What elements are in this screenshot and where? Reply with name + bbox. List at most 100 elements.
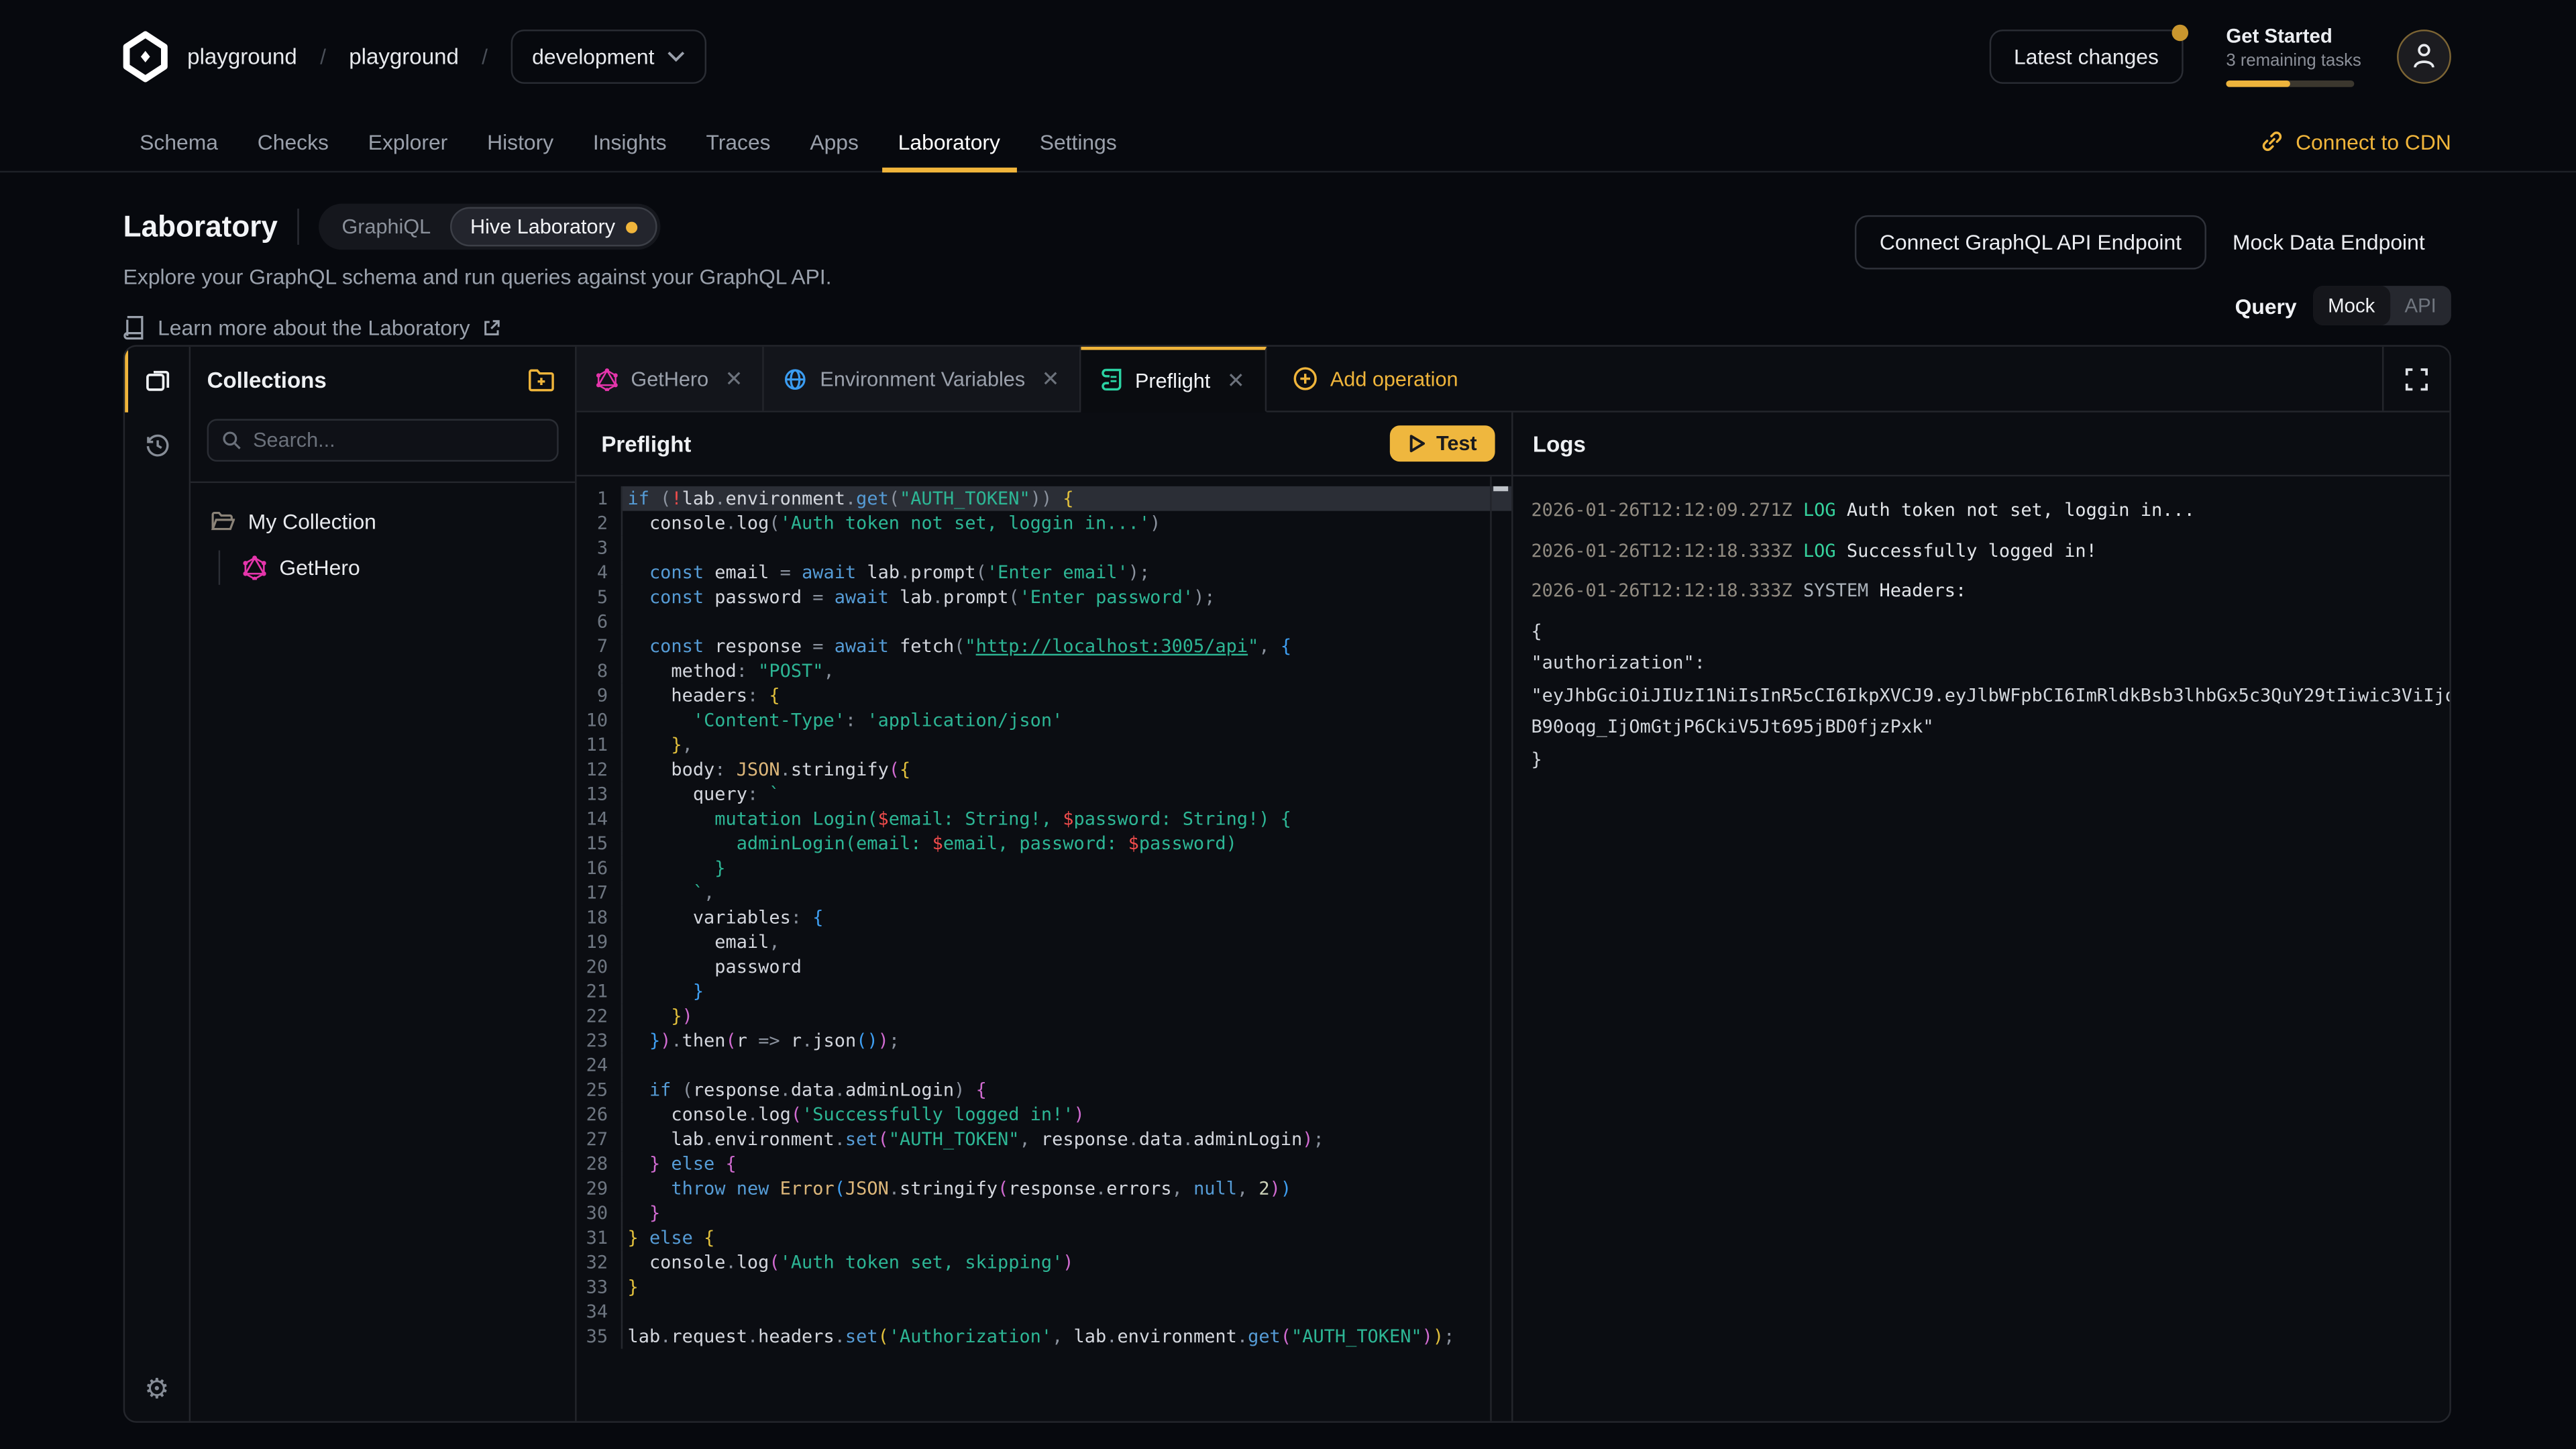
nav-item-laboratory[interactable]: Laboratory: [881, 112, 1016, 171]
search-input[interactable]: [253, 429, 543, 451]
close-icon[interactable]: ✕: [1227, 367, 1245, 393]
code-line[interactable]: 35lab.request.headers.set('Authorization…: [577, 1324, 1511, 1349]
code-line-content: throw new Error(JSON.stringify(response.…: [621, 1176, 1511, 1201]
code-line[interactable]: 34: [577, 1299, 1511, 1324]
learn-more-link[interactable]: Learn more about the Laboratory: [123, 315, 2451, 340]
get-started-widget[interactable]: Get Started 3 remaining tasks: [2226, 25, 2354, 87]
code-line-content: password: [621, 955, 1511, 979]
log-json-line: "eyJhbGciOiJIUzI1NiIsInR5cCI6IkpXVCJ9.ey…: [1531, 680, 2449, 712]
mock-data-endpoint-button[interactable]: Mock Data Endpoint: [2206, 217, 2451, 268]
code-line[interactable]: 17 `,: [577, 881, 1511, 906]
code-line[interactable]: 33}: [577, 1275, 1511, 1299]
avatar[interactable]: [2397, 29, 2451, 83]
query-toggle-api[interactable]: API: [2390, 286, 2451, 325]
nav-item-explorer[interactable]: Explorer: [352, 112, 464, 171]
tab-environment-variables[interactable]: Environment Variables ✕: [764, 347, 1081, 411]
code-line[interactable]: 25 if (response.data.adminLogin) {: [577, 1078, 1511, 1103]
rail-settings-button[interactable]: ⚙: [125, 1355, 189, 1421]
tab-preflight[interactable]: Preflight ✕: [1081, 347, 1266, 413]
breadcrumb-org[interactable]: playground: [187, 44, 297, 68]
code-line[interactable]: 2 console.log('Auth token not set, loggi…: [577, 511, 1511, 536]
get-started-subtitle: 3 remaining tasks: [2226, 51, 2354, 70]
target-select[interactable]: development: [511, 29, 707, 83]
collections-search: [207, 419, 559, 462]
breadcrumb: playground / playground / development: [187, 29, 707, 83]
code-line[interactable]: 4 const email = await lab.prompt('Enter …: [577, 560, 1511, 585]
code-editor[interactable]: 1if (!lab.environment.get("AUTH_TOKEN"))…: [577, 476, 1511, 1421]
tab-gethero[interactable]: GetHero ✕: [577, 347, 765, 411]
new-collection-button[interactable]: [527, 367, 555, 392]
nav-item-apps[interactable]: Apps: [794, 112, 875, 171]
close-icon[interactable]: ✕: [725, 366, 743, 392]
rail-history-button[interactable]: [125, 413, 189, 478]
laboratory-header: Laboratory GraphiQL Hive Laboratory Expl…: [123, 204, 2451, 340]
collection-folder-my-collection[interactable]: My Collection: [207, 506, 559, 537]
get-started-progressbar: [2226, 80, 2354, 87]
code-line[interactable]: 24: [577, 1053, 1511, 1078]
nav-item-settings[interactable]: Settings: [1023, 112, 1133, 171]
line-number: 1: [577, 486, 621, 511]
graphql-icon: [243, 555, 266, 580]
code-line[interactable]: 1if (!lab.environment.get("AUTH_TOKEN"))…: [577, 486, 1511, 511]
code-line[interactable]: 27 lab.environment.set("AUTH_TOKEN", res…: [577, 1127, 1511, 1152]
connect-to-cdn-link[interactable]: Connect to CDN: [2261, 112, 2451, 171]
status-dot: [627, 221, 638, 232]
code-line[interactable]: 10 'Content-Type': 'application/json': [577, 708, 1511, 733]
code-line[interactable]: 20 password: [577, 955, 1511, 979]
code-line[interactable]: 12 body: JSON.stringify({: [577, 757, 1511, 782]
code-line[interactable]: 13 query: `: [577, 782, 1511, 807]
mode-toggle-hive-laboratory[interactable]: Hive Laboratory: [451, 207, 658, 247]
nav-item-history[interactable]: History: [471, 112, 570, 171]
code-line[interactable]: 21 }: [577, 979, 1511, 1004]
code-line[interactable]: 6: [577, 610, 1511, 635]
code-line[interactable]: 14 mutation Login($email: String!, $pass…: [577, 806, 1511, 831]
hive-logo-icon[interactable]: [120, 30, 171, 81]
line-number: 11: [577, 733, 621, 757]
code-line[interactable]: 28 } else {: [577, 1152, 1511, 1177]
close-icon[interactable]: ✕: [1042, 366, 1060, 392]
fullscreen-button[interactable]: [2382, 347, 2449, 411]
page-title: Laboratory: [123, 209, 278, 244]
log-entry: 2026-01-26T12:12:18.333Z LOG Successfull…: [1531, 535, 2449, 567]
code-line[interactable]: 8 method: "POST",: [577, 659, 1511, 684]
connect-graphql-endpoint-button[interactable]: Connect GraphQL API Endpoint: [1855, 215, 2206, 270]
test-button[interactable]: Test: [1390, 425, 1495, 462]
code-line[interactable]: 9 headers: {: [577, 684, 1511, 708]
query-toggle-mock[interactable]: Mock: [2313, 286, 2390, 325]
code-line[interactable]: 7 const response = await fetch("http://l…: [577, 634, 1511, 659]
code-line[interactable]: 23 }).then(r => r.json());: [577, 1028, 1511, 1053]
rail-collections-button[interactable]: [125, 347, 189, 413]
nav-item-schema[interactable]: Schema: [123, 112, 235, 171]
code-line[interactable]: 16 }: [577, 856, 1511, 881]
globe-icon: [784, 367, 807, 390]
nav-item-checks[interactable]: Checks: [241, 112, 345, 171]
breadcrumb-separator: /: [482, 44, 488, 68]
code-line-content: }).then(r => r.json());: [621, 1028, 1511, 1053]
code-line-content: if (!lab.environment.get("AUTH_TOKEN")) …: [621, 486, 1511, 511]
code-line[interactable]: 31} else {: [577, 1226, 1511, 1250]
code-line[interactable]: 26 console.log('Successfully logged in!'…: [577, 1102, 1511, 1127]
breadcrumb-project[interactable]: playground: [349, 44, 459, 68]
code-line[interactable]: 11 },: [577, 733, 1511, 757]
mode-toggle-graphiql[interactable]: GraphiQL: [322, 207, 451, 247]
code-line[interactable]: 22 }): [577, 1004, 1511, 1028]
code-line[interactable]: 15 adminLogin(email: $email, password: $…: [577, 831, 1511, 856]
scrollbar-thumb[interactable]: [1493, 486, 1508, 491]
line-number: 7: [577, 634, 621, 659]
code-line[interactable]: 32 console.log('Auth token set, skipping…: [577, 1250, 1511, 1275]
nav-item-traces[interactable]: Traces: [690, 112, 787, 171]
nav-item-insights[interactable]: Insights: [576, 112, 683, 171]
line-number: 18: [577, 905, 621, 930]
log-json-line: {: [1531, 615, 2449, 647]
latest-changes-button[interactable]: Latest changes: [1989, 29, 2183, 83]
operation-gethero[interactable]: GetHero: [240, 550, 559, 584]
code-line[interactable]: 3: [577, 535, 1511, 560]
add-operation-button[interactable]: Add operation: [1266, 347, 1484, 411]
code-line[interactable]: 29 throw new Error(JSON.stringify(respon…: [577, 1176, 1511, 1201]
code-line[interactable]: 5 const password = await lab.prompt('Ent…: [577, 585, 1511, 610]
code-line[interactable]: 30 }: [577, 1201, 1511, 1226]
log-json-line: "authorization":: [1531, 647, 2449, 680]
code-line[interactable]: 18 variables: {: [577, 905, 1511, 930]
code-line[interactable]: 19 email,: [577, 930, 1511, 955]
line-number: 26: [577, 1102, 621, 1127]
